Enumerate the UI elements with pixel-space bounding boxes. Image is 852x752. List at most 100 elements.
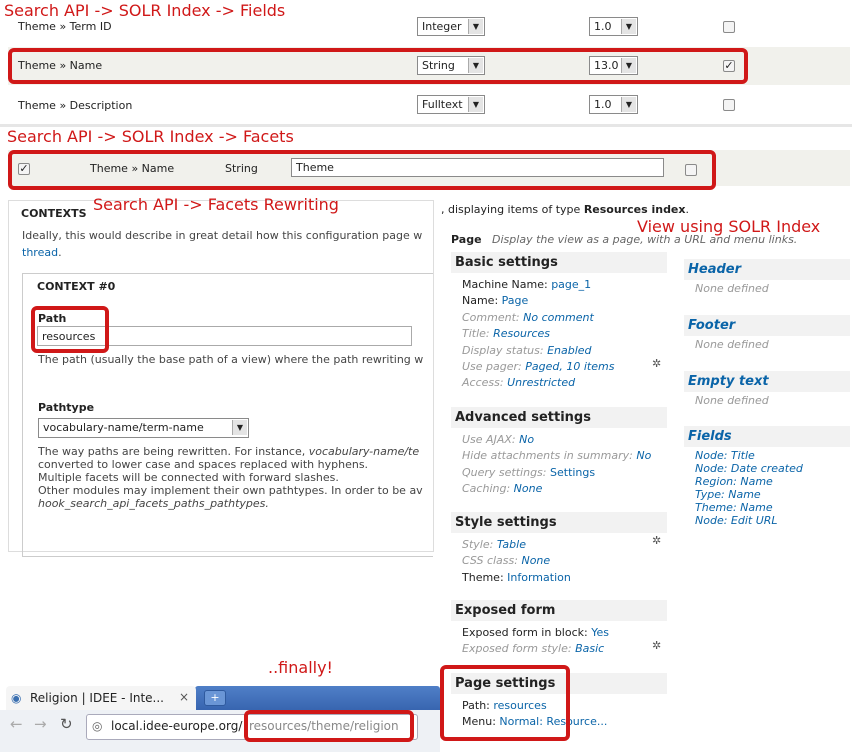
css-class-link[interactable]: None [521,554,550,567]
field-boost-select[interactable]: 1.0 ▼ [589,17,638,36]
field-boost-value: 1.0 [594,98,612,111]
tab-strip-background [195,686,440,710]
page-description: Display the view as a page, with a URL a… [492,233,798,246]
query-settings-link[interactable]: Settings [550,466,595,479]
access-link[interactable]: Unrestricted [507,376,575,389]
setting-label: Style: [462,538,494,551]
none-defined: None defined [695,338,769,351]
theme-information-link[interactable]: Information [507,571,571,584]
help-line: hook_search_api_facets_paths_pathtypes. [38,497,269,510]
help-line: converted to lower case and spaces repla… [38,458,369,471]
view-intro-text: , displaying items of type [441,203,584,216]
field-type-select[interactable]: Integer ▼ [417,17,485,36]
title-link[interactable]: Resources [493,327,550,340]
comment-link[interactable]: No comment [523,311,594,324]
none-defined: None defined [695,394,769,407]
header-body: None defined [684,280,850,299]
setting-label: Title: [462,327,490,341]
browser-tab[interactable]: ◉ Religion | IDEE - Inte... × [6,686,196,710]
tab-title: Religion | IDEE - Inte... [30,691,164,705]
highlight-box [8,150,716,190]
page-display-header: Page Display the view as a page, with a … [451,233,797,246]
exposed-block-link[interactable]: Yes [591,626,609,639]
field-link[interactable]: Node: Date created [695,462,850,475]
field-link[interactable]: Node: Edit URL [695,514,850,527]
exposed-form-title: Exposed form [455,603,556,618]
empty-text-block: Empty text None defined [684,371,850,411]
fields-body: Node: Title Node: Date created Region: N… [684,447,850,531]
annotation-rewriting: Search API -> Facets Rewriting [93,195,339,214]
annotation-facets: Search API -> SOLR Index -> Facets [7,127,294,146]
name-link[interactable]: Page [502,294,529,307]
annotation-finally: ..finally! [268,658,333,677]
field-boost-select[interactable]: 1.0 ▼ [589,95,638,114]
advanced-settings-block: Advanced settings Use AJAX: No Hide atta… [451,407,667,502]
none-defined: None defined [695,282,769,295]
basic-settings-body: Machine Name: page_1 Name: Page Comment:… [451,273,667,396]
setting-label: Query settings: [462,465,547,479]
setting-label: Hide attachments in summary: [462,449,633,463]
help-example: vocabulary-name/te [308,445,420,458]
field-boost-value: 1.0 [594,20,612,33]
display-status-link[interactable]: Enabled [547,344,591,357]
forward-icon[interactable]: → [34,715,47,733]
field-link[interactable]: Region: Name [695,475,850,488]
back-icon[interactable]: ← [10,715,23,733]
view-index-name: Resources index [583,203,686,216]
close-tab-icon[interactable]: × [179,690,189,704]
gear-icon[interactable]: ✲ [652,358,663,369]
fields-title[interactable]: Fields [684,426,850,447]
field-checkbox[interactable] [723,21,735,33]
exposed-form-body: Exposed form in block: Yes Exposed form … [451,621,667,662]
highlight-box [8,48,748,84]
context-title: CONTEXT #0 [37,280,116,293]
thread-link[interactable]: thread [22,246,58,259]
style-link[interactable]: Table [497,538,526,551]
highlight-box [440,665,570,741]
field-link[interactable]: Theme: Name [695,501,850,514]
gear-icon[interactable]: ✲ [652,640,663,651]
reload-icon[interactable]: ↻ [60,715,73,733]
dropdown-arrow-icon: ▼ [468,19,483,34]
setting-label: Name: [462,294,499,308]
pathtype-value: vocabulary-name/term-name [43,421,204,434]
field-link[interactable]: Type: Name [695,488,850,501]
setting-label: Exposed form style: [462,642,572,656]
caching-link[interactable]: None [514,482,543,495]
setting-label: CSS class: [462,554,518,568]
style-settings-title: Style settings [455,515,557,530]
exposed-style-link[interactable]: Basic [575,642,604,655]
header-title[interactable]: Header [684,259,850,280]
pathtype-help: The way paths are being rewritten. For i… [38,445,430,510]
fields-block: Fields Node: Title Node: Date created Re… [684,426,850,531]
url-host: local.idee-europe.org/ [111,719,243,733]
pathtype-select[interactable]: vocabulary-name/term-name ▼ [38,418,249,438]
footer-block: Footer None defined [684,315,850,355]
basic-settings-block: Basic settings Machine Name: page_1 Name… [451,252,667,396]
setting-label: Comment: [462,310,520,324]
contexts-title: CONTEXTS [21,207,87,220]
new-tab-icon[interactable]: + [204,690,226,706]
setting-label: Theme: [462,570,504,584]
basic-settings-title: Basic settings [455,255,558,270]
contexts-thread: thread. [22,246,62,259]
empty-text-title[interactable]: Empty text [684,371,850,392]
dropdown-arrow-icon: ▼ [468,97,483,112]
field-checkbox[interactable] [723,99,735,111]
page-label: Page [451,233,482,246]
ajax-link[interactable]: No [519,433,534,446]
footer-title[interactable]: Footer [684,315,850,336]
field-type-select[interactable]: Fulltext ▼ [417,95,485,114]
field-link[interactable]: Node: Title [695,449,850,462]
advanced-settings-title: Advanced settings [455,410,591,425]
highlight-box [244,710,414,742]
hide-attachments-link[interactable]: No [636,449,651,462]
field-label: Theme » Description [18,99,133,112]
machine-name-link[interactable]: page_1 [551,278,591,291]
globe-icon: ◉ [11,691,22,705]
page-icon: ◎ [92,719,103,733]
gear-icon[interactable]: ✲ [652,535,663,546]
highlight-box [31,306,109,353]
dropdown-arrow-icon: ▼ [621,19,636,34]
pager-link[interactable]: Paged, 10 items [525,360,614,373]
